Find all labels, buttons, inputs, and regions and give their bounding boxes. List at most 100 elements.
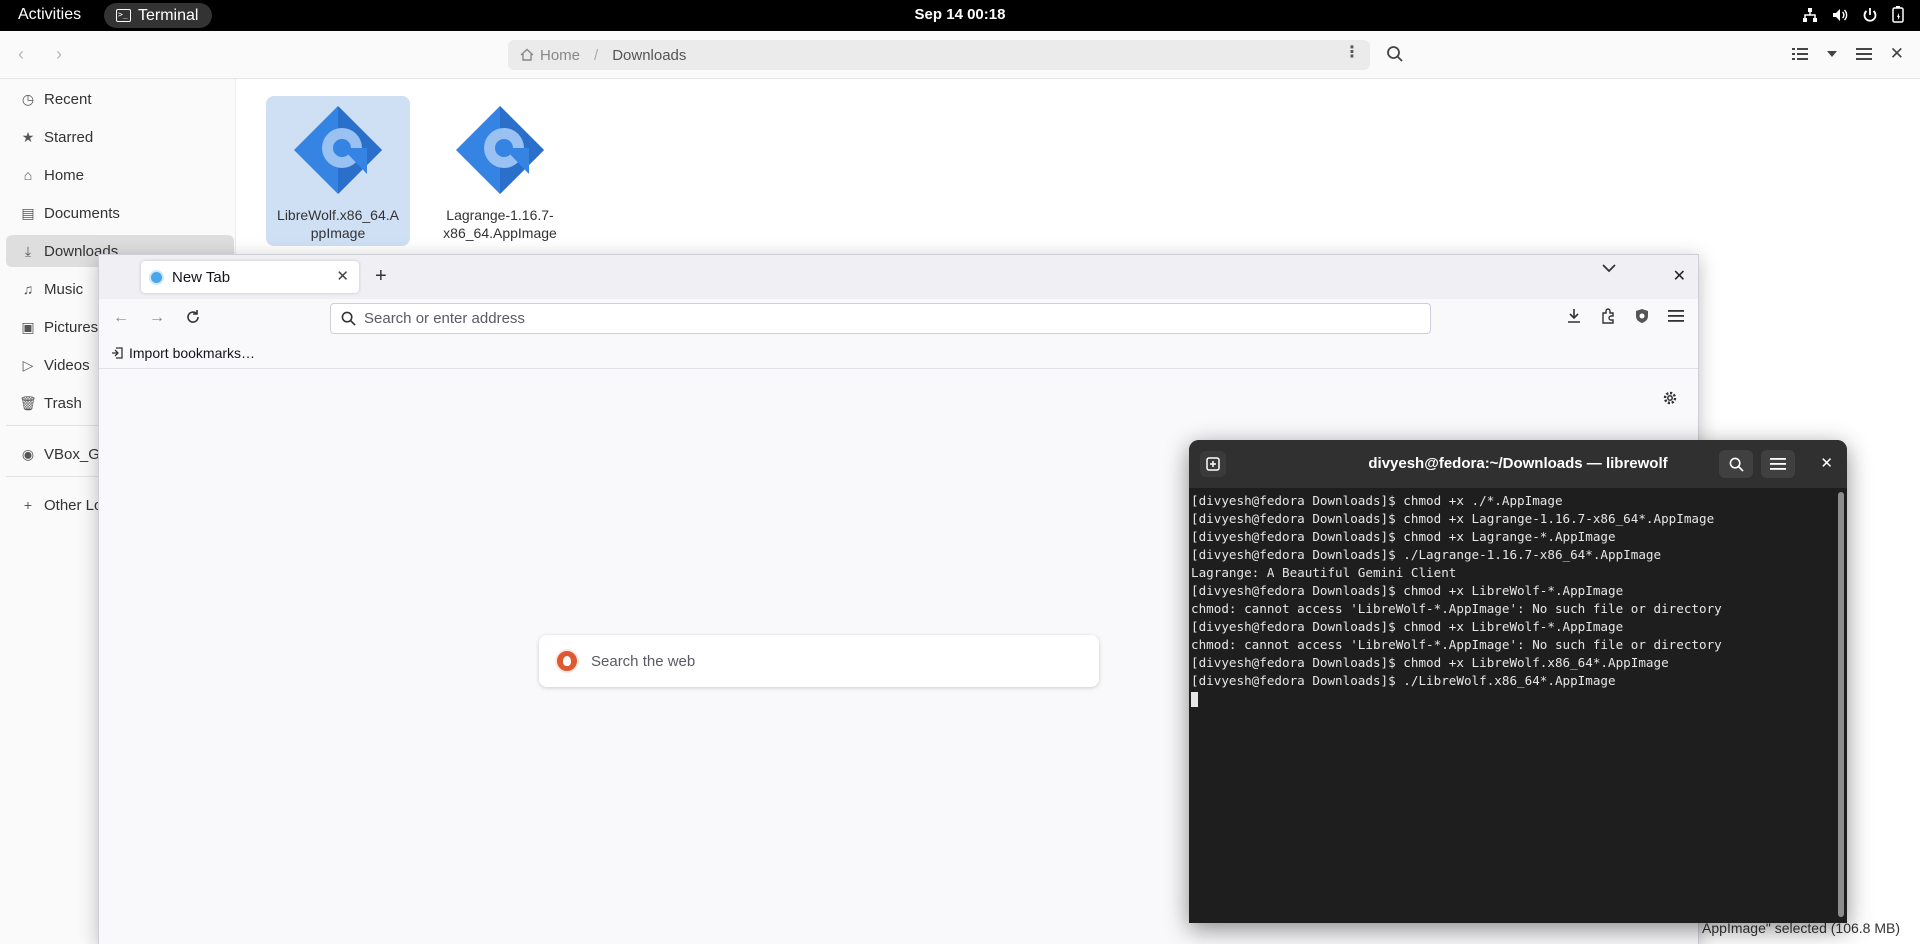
appimage-icon <box>456 106 544 194</box>
document-icon: ▤ <box>21 204 35 221</box>
close-icon[interactable]: ✕ <box>1890 44 1904 64</box>
disc-icon: ◉ <box>21 445 35 462</box>
breadcrumb-home[interactable]: Home <box>520 47 580 64</box>
terminal-window: divyesh@fedora:~/Downloads — librewolf ✕… <box>1189 440 1847 923</box>
downloads-icon[interactable] <box>1566 308 1582 324</box>
view-options-chevron-icon[interactable] <box>1826 50 1838 58</box>
close-icon[interactable]: ✕ <box>1820 454 1833 472</box>
system-tray[interactable] <box>1802 6 1904 23</box>
breadcrumb-home-label: Home <box>540 46 581 64</box>
terminal-cursor-line <box>1191 690 1835 708</box>
terminal-line: [divyesh@fedora Downloads]$ chmod +x Lag… <box>1191 529 1616 544</box>
home-icon: ⌂ <box>23 167 33 183</box>
window-close-icon[interactable]: ✕ <box>1673 266 1686 286</box>
sidebar-item-label: Recent <box>44 90 92 108</box>
new-tab-plus-icon[interactable]: + <box>375 265 387 288</box>
forward-arrow-icon[interactable]: → <box>149 309 165 327</box>
sidebar-item-recent[interactable]: ◷ Recent <box>6 83 234 115</box>
ublock-shield-icon[interactable] <box>1634 308 1650 324</box>
battery-icon <box>1892 6 1904 23</box>
url-bar[interactable]: Search or enter address <box>330 303 1431 334</box>
music-icon: ♫ <box>22 281 34 297</box>
file-item-librewolf[interactable]: LibreWolf.x86_64.A ppImage <box>266 96 410 246</box>
breadcrumb-separator: / <box>594 46 599 64</box>
network-icon <box>1803 7 1817 22</box>
trash-icon: 🗑 <box>19 394 37 411</box>
star-icon: ★ <box>21 128 35 145</box>
tab-list-chevron-icon[interactable] <box>1602 263 1616 273</box>
terminal-line: chmod: cannot access 'LibreWolf-*.AppIma… <box>1191 601 1722 616</box>
hamburger-menu-icon <box>1770 458 1786 470</box>
duckduckgo-icon <box>555 649 579 673</box>
search-icon <box>1729 457 1744 472</box>
back-arrow-icon[interactable]: ← <box>113 309 129 327</box>
file-manager-header: ‹ › Home / Downloads ⋮ ✕ <box>0 31 1920 79</box>
tab-close-icon[interactable]: ✕ <box>336 267 349 285</box>
web-search-placeholder: Search the web <box>591 652 696 670</box>
sidebar-item-label: Home <box>44 166 85 184</box>
terminal-header: divyesh@fedora:~/Downloads — librewolf ✕ <box>1189 440 1847 488</box>
terminal-line: [divyesh@fedora Downloads]$ chmod +x Lib… <box>1191 655 1669 670</box>
gear-icon[interactable] <box>1662 390 1678 406</box>
terminal-scrollbar[interactable] <box>1838 492 1844 917</box>
web-search-box[interactable]: Search the web <box>539 635 1099 687</box>
toolbar-actions <box>1566 308 1684 324</box>
librewolf-favicon-icon <box>149 269 164 285</box>
list-view-icon[interactable] <box>1791 47 1808 61</box>
file-item-lagrange[interactable]: Lagrange-1.16.7- x86_64.AppImage <box>428 96 572 246</box>
terminal-line: [divyesh@fedora Downloads]$ chmod +x Lib… <box>1191 619 1624 634</box>
import-bookmarks-label: Import bookmarks… <box>129 345 256 361</box>
reload-icon[interactable] <box>185 309 201 325</box>
volume-icon <box>1833 8 1848 21</box>
search-icon <box>341 311 356 326</box>
clock[interactable]: Sep 14 00:18 <box>0 6 1920 23</box>
nav-bar: ← → Search or enter address <box>99 299 1698 337</box>
sidebar-item-label: Music <box>44 280 84 298</box>
import-icon <box>112 347 123 359</box>
terminal-output[interactable]: [divyesh@fedora Downloads]$ chmod +x ./*… <box>1191 492 1835 923</box>
terminal-menu-button[interactable] <box>1761 450 1795 478</box>
tab-new-tab[interactable]: New Tab ✕ <box>141 261 359 293</box>
terminal-search-button[interactable] <box>1719 450 1753 478</box>
breadcrumb-current[interactable]: Downloads <box>612 47 686 64</box>
path-menu-icon[interactable]: ⋮ <box>1344 45 1360 61</box>
path-bar[interactable]: Home / Downloads ⋮ <box>508 40 1370 70</box>
terminal-line: Lagrange: A Beautiful Gemini Client <box>1191 565 1457 580</box>
search-icon[interactable] <box>1386 45 1404 63</box>
download-icon: ⤓ <box>24 242 32 259</box>
import-bookmarks-button[interactable]: Import bookmarks… <box>111 345 255 361</box>
video-icon: ▷ <box>22 356 34 373</box>
clock-icon: ◷ <box>21 90 35 107</box>
extensions-icon[interactable] <box>1600 308 1616 324</box>
picture-icon: ▣ <box>21 318 35 335</box>
sidebar-item-label: Starred <box>44 128 94 146</box>
sidebar-item-label: Trash <box>44 394 82 412</box>
tab-strip: New Tab ✕ + ✕ <box>99 255 1698 299</box>
plus-icon: + <box>23 497 33 513</box>
file-item-name: LibreWolf.x86_64.A ppImage <box>277 207 399 241</box>
top-bar: Activities >_ Terminal Sep 14 00:18 <box>0 0 1920 31</box>
terminal-cursor <box>1191 692 1198 707</box>
sidebar-item-starred[interactable]: ★ Starred <box>6 121 234 153</box>
terminal-line: chmod: cannot access 'LibreWolf-*.AppIma… <box>1191 637 1722 652</box>
terminal-line: [divyesh@fedora Downloads]$ ./LibreWolf.… <box>1191 673 1616 688</box>
view-controls: ✕ <box>1791 44 1904 64</box>
home-icon <box>520 48 534 61</box>
power-icon <box>1863 7 1877 22</box>
tab-title: New Tab <box>172 268 231 286</box>
bookmarks-toolbar: Import bookmarks… <box>99 337 1698 369</box>
terminal-line: [divyesh@fedora Downloads]$ chmod +x Lib… <box>1191 583 1624 598</box>
forward-arrow-icon[interactable]: › <box>56 44 62 65</box>
sidebar-item-label: Documents <box>44 204 120 222</box>
sidebar-item-home[interactable]: ⌂ Home <box>6 159 234 191</box>
file-item-name: Lagrange-1.16.7- x86_64.AppImage <box>443 207 557 241</box>
app-menu-icon[interactable] <box>1668 309 1684 323</box>
sidebar-item-documents[interactable]: ▤ Documents <box>6 197 234 229</box>
hamburger-menu-icon[interactable] <box>1855 47 1872 61</box>
terminal-line: [divyesh@fedora Downloads]$ chmod +x Lag… <box>1191 511 1715 526</box>
terminal-line: [divyesh@fedora Downloads]$ ./Lagrange-1… <box>1191 547 1662 562</box>
sidebar-item-label: Other Lo <box>44 496 103 514</box>
back-arrow-icon[interactable]: ‹ <box>18 44 24 65</box>
appimage-icon <box>294 106 382 194</box>
terminal-line: [divyesh@fedora Downloads]$ chmod +x ./*… <box>1191 493 1563 508</box>
